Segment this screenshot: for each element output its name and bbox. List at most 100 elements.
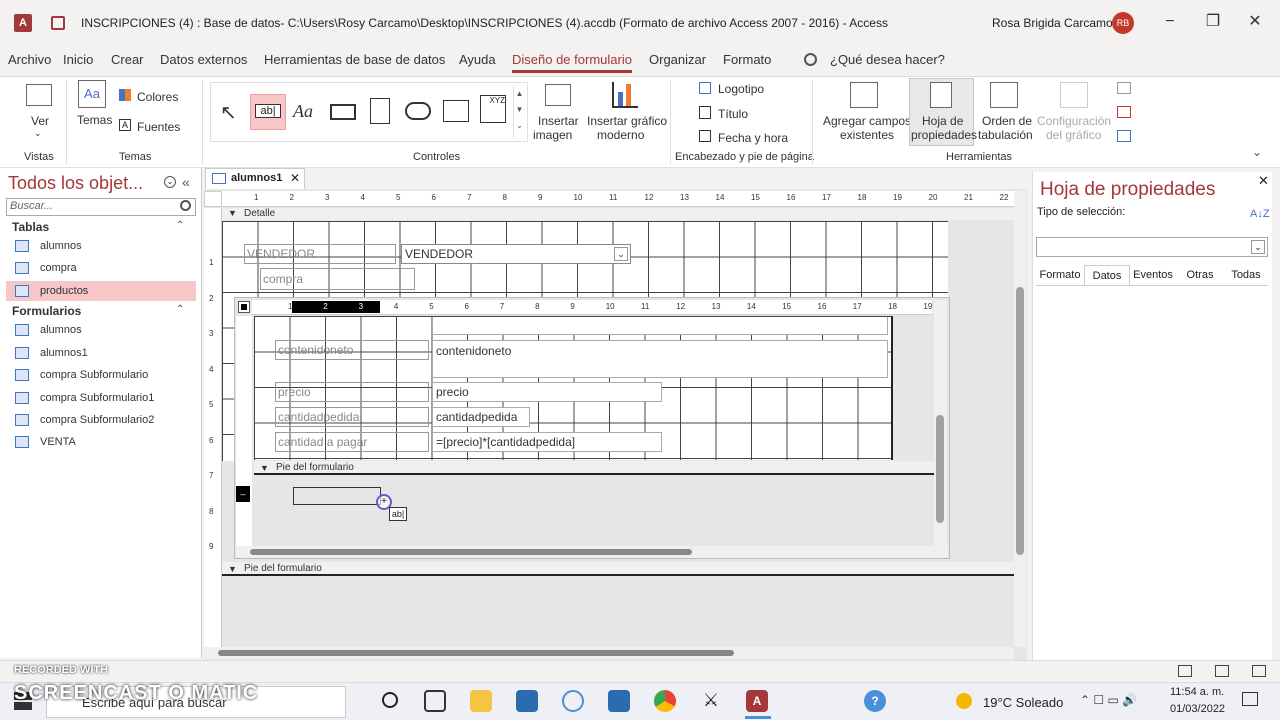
close-icon[interactable]: ✕ (1258, 173, 1269, 189)
view-code-icon[interactable] (1117, 106, 1131, 118)
nav-item-form-alumnos1[interactable]: alumnos1 (6, 343, 196, 363)
nav-item-form-compra-sub2[interactable]: compra Subformulario2 (6, 410, 196, 430)
menu-inicio[interactable]: Inicio (63, 52, 93, 67)
insertar-grafico-line1[interactable]: Insertar gráfico (587, 114, 667, 128)
tray-icons[interactable]: ⌃ ☐ ▭ 🔊 (1080, 693, 1137, 707)
themes-icon[interactable]: Aa (78, 80, 106, 108)
nav-section-formularios[interactable]: Formularios (12, 304, 81, 318)
nav-header[interactable]: Todos los objet... (8, 173, 143, 194)
save-icon[interactable] (51, 16, 65, 30)
insertar-imagen-line1[interactable]: Insertar (538, 114, 579, 128)
convert-macros-icon[interactable] (1117, 130, 1131, 142)
nav-item-form-alumnos[interactable]: alumnos (6, 320, 196, 340)
clock-time[interactable]: 11:54 a. m. (1170, 686, 1224, 698)
compra-label[interactable]: compra (260, 268, 415, 290)
collapse-nav-icon[interactable]: « (182, 174, 190, 190)
menu-herramientas-bd[interactable]: Herramientas de base de datos (264, 52, 445, 67)
gallery-scroll[interactable]: ▲ ▼ ⌄ (513, 86, 525, 138)
subform-hscroll[interactable] (236, 546, 948, 558)
orden-tab-line2[interactable]: tabulación (978, 128, 1033, 142)
clock-date[interactable]: 01/03/2022 (1170, 703, 1225, 715)
section-detalle[interactable]: ▼ Detalle (222, 208, 1014, 220)
nav-section-tablas[interactable]: Tablas (12, 220, 49, 234)
maximize-icon[interactable]: ❐ (1203, 12, 1223, 32)
contenidoneto-label[interactable]: contenidoneto (275, 340, 429, 360)
collapse-section-icon[interactable]: ⌃ (176, 220, 184, 231)
menu-formato[interactable]: Formato (723, 52, 771, 67)
form-selector[interactable] (204, 191, 222, 207)
nav-search-input[interactable]: Buscar... (6, 198, 196, 216)
logotipo-button[interactable]: Logotipo (718, 82, 764, 96)
section-pie-sub[interactable]: ▼ Pie del formulario (254, 461, 934, 475)
tab-order-icon[interactable] (990, 82, 1018, 108)
agregar-campos-line2[interactable]: existentes (840, 128, 894, 142)
design-view-icon[interactable] (1252, 665, 1266, 677)
insertar-imagen-line2[interactable]: imagen (533, 128, 572, 142)
agregar-campos-line1[interactable]: Agregar campos (823, 114, 911, 128)
tab-datos[interactable]: Datos (1084, 265, 1130, 285)
chart-control-icon[interactable]: XYZ (480, 95, 506, 123)
notifications-icon[interactable] (1242, 692, 1258, 706)
insertar-grafico-line2[interactable]: moderno (597, 128, 644, 142)
tab-alumnos1[interactable]: alumnos1 ✕ (205, 168, 305, 189)
tab-otras[interactable]: Otras (1178, 265, 1222, 285)
field-box-top[interactable] (432, 317, 888, 335)
tell-me-search[interactable]: ¿Qué desea hacer? (830, 52, 945, 67)
fuentes-button[interactable]: Fuentes (137, 120, 180, 134)
cantidadpedida-label[interactable]: cantidadpedida (275, 407, 429, 427)
temas-button[interactable]: Temas (77, 113, 112, 127)
nav-item-form-compra-sub[interactable]: compra Subformulario (6, 365, 196, 385)
section-pie-main[interactable]: ▼ Pie del formulario (222, 562, 1014, 576)
access-taskbar-icon[interactable]: A (746, 690, 768, 712)
vendedor-combobox[interactable]: VENDEDOR ⌄ (401, 244, 631, 264)
nav-item-form-venta[interactable]: VENTA (6, 432, 196, 452)
web-browser-icon[interactable] (443, 100, 469, 122)
layout-view-icon[interactable] (1215, 665, 1229, 677)
avatar[interactable]: RB (1112, 12, 1134, 34)
nav-item-alumnos-table[interactable]: alumnos (6, 236, 196, 256)
precio-label[interactable]: precio (275, 382, 429, 402)
cantidad-a-pagar-label[interactable]: cantidad a pagar (275, 432, 429, 452)
mail-icon[interactable] (608, 690, 630, 712)
chevron-down-icon[interactable]: ⌄ (1251, 240, 1265, 254)
nav-item-form-compra-sub1[interactable]: compra Subformulario1 (6, 388, 196, 408)
nav-item-productos-table[interactable]: productos (6, 281, 196, 301)
fecha-hora-button[interactable]: Fecha y hora (718, 131, 788, 145)
titulo-button[interactable]: Título (718, 107, 748, 121)
button-control-icon[interactable] (330, 104, 356, 120)
tab-control-icon[interactable] (370, 98, 390, 124)
search-icon[interactable] (180, 200, 191, 211)
precio-box[interactable]: precio (432, 382, 662, 402)
textbox-control-button[interactable]: ab| (250, 94, 286, 130)
view-icon[interactable] (26, 84, 52, 106)
nav-menu-icon[interactable]: ⌄ (164, 176, 176, 188)
modern-chart-icon[interactable] (612, 82, 638, 108)
menu-diseno-formulario[interactable]: Diseño de formulario (512, 52, 632, 67)
edge-icon[interactable] (562, 690, 584, 712)
hyperlink-icon[interactable] (405, 102, 431, 120)
cortana-icon[interactable] (382, 692, 398, 708)
chevron-down-icon[interactable]: ⌄ (614, 247, 628, 261)
nav-item-compra-table[interactable]: compra (6, 258, 196, 278)
file-explorer-icon[interactable] (470, 690, 492, 712)
new-textbox-drawing[interactable] (293, 487, 381, 505)
tab-todas[interactable]: Todas (1224, 265, 1268, 285)
orden-tab-line1[interactable]: Orden de (982, 114, 1032, 128)
menu-organizar[interactable]: Organizar (649, 52, 706, 67)
menu-ayuda[interactable]: Ayuda (459, 52, 496, 67)
menu-crear[interactable]: Crear (111, 52, 144, 67)
form-view-icon[interactable] (1178, 665, 1192, 677)
cantidadpedida-box[interactable]: cantidadpedida (432, 407, 530, 427)
vendedor-label[interactable]: VENDEDOR (244, 244, 396, 264)
close-icon[interactable]: ✕ (1245, 12, 1265, 32)
selection-dropdown[interactable]: ⌄ (1036, 237, 1268, 257)
user-name[interactable]: Rosa Brigida Carcamo (992, 16, 1113, 30)
menu-datos-externos[interactable]: Datos externos (160, 52, 247, 67)
main-vscroll[interactable] (1014, 191, 1026, 647)
subform-icon[interactable] (1117, 82, 1131, 94)
subform-selector[interactable] (238, 301, 250, 313)
colores-button[interactable]: Colores (137, 90, 178, 104)
chrome-icon[interactable] (654, 690, 676, 712)
ver-button[interactable]: Ver (31, 114, 49, 128)
minimize-icon[interactable]: − (1160, 12, 1180, 32)
